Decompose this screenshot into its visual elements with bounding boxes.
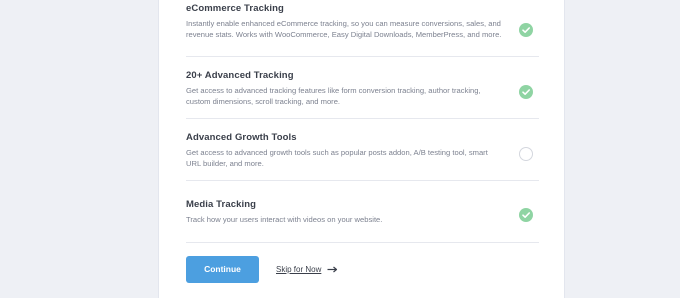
divider bbox=[186, 56, 539, 57]
feature-description: Get access to advanced tracking features… bbox=[186, 86, 481, 107]
feature-advanced-tracking: 20+ Advanced Tracking Get access to adva… bbox=[186, 70, 539, 107]
feature-advanced-growth-tools: Advanced Growth Tools Get access to adva… bbox=[186, 132, 539, 169]
skip-for-now-link[interactable]: Skip for Now bbox=[276, 265, 338, 275]
check-icon bbox=[522, 27, 530, 33]
continue-button[interactable]: Continue bbox=[186, 256, 259, 283]
feature-title: Advanced Growth Tools bbox=[186, 132, 297, 143]
divider bbox=[186, 242, 539, 243]
feature-description: Track how your users interact with video… bbox=[186, 215, 383, 224]
ecommerce-tracking-toggle[interactable] bbox=[519, 23, 533, 37]
skip-label: Skip for Now bbox=[276, 265, 322, 274]
feature-media-tracking: Media Tracking Track how your users inte… bbox=[186, 199, 539, 225]
divider bbox=[186, 180, 539, 181]
feature-description: Get access to advanced growth tools such… bbox=[186, 148, 488, 169]
feature-title: eCommerce Tracking bbox=[186, 3, 284, 14]
feature-ecommerce-tracking: eCommerce Tracking Instantly enable enha… bbox=[186, 3, 539, 40]
media-tracking-toggle[interactable] bbox=[519, 208, 533, 222]
onboarding-card: eCommerce Tracking Instantly enable enha… bbox=[158, 0, 565, 298]
advanced-growth-tools-toggle[interactable] bbox=[519, 147, 533, 161]
divider bbox=[186, 118, 539, 119]
arrow-right-icon bbox=[327, 266, 337, 273]
feature-title: Media Tracking bbox=[186, 199, 257, 210]
feature-description: Instantly enable enhanced eCommerce trac… bbox=[186, 19, 502, 40]
advanced-tracking-toggle[interactable] bbox=[519, 85, 533, 99]
check-icon bbox=[522, 212, 530, 218]
check-icon bbox=[522, 89, 530, 95]
feature-title: 20+ Advanced Tracking bbox=[186, 70, 294, 81]
